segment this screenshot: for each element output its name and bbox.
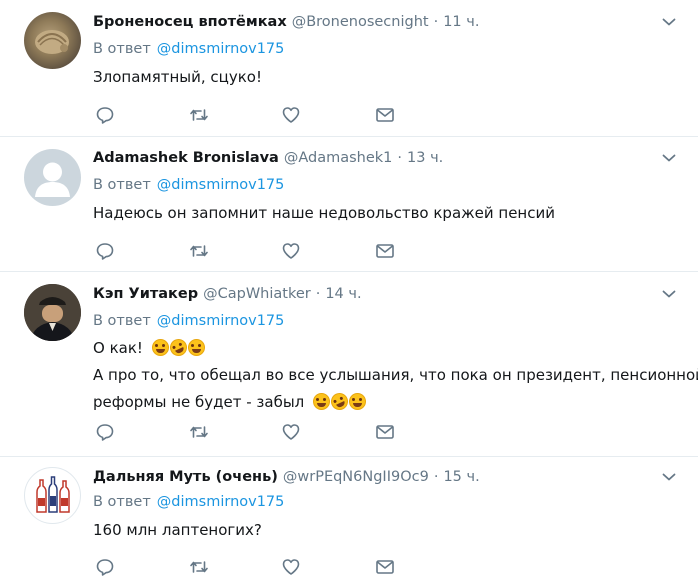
- like-button[interactable]: [281, 105, 301, 125]
- tears-of-joy-emoji: [349, 393, 367, 410]
- bottles-logo-image: [36, 476, 70, 513]
- tears-of-joy-emoji: [151, 339, 169, 356]
- display-name[interactable]: Дальняя Муть (очень): [93, 469, 278, 485]
- reply-button[interactable]: [95, 422, 115, 442]
- separator-dot: ·: [397, 150, 403, 166]
- direct-message-button[interactable]: [375, 557, 395, 577]
- reply-icon: [96, 424, 114, 441]
- reply-mention-link[interactable]: @dimsmirnov175: [157, 313, 285, 329]
- tears-of-joy-emoji: [187, 339, 205, 356]
- retweet-icon: [190, 426, 208, 438]
- reply-button[interactable]: [95, 105, 115, 125]
- tweet-text-line: 160 млн лаптеногих?: [93, 521, 262, 539]
- reply-mention-link[interactable]: @dimsmirnov175: [157, 41, 285, 57]
- separator-dot: ·: [433, 469, 439, 485]
- tears-of-joy-emoji: [313, 393, 331, 410]
- tweet-text: Надеюсь он запомнит наше недовольство кр…: [93, 200, 683, 227]
- tweet-text-span: реформы не будет - забыл: [93, 393, 305, 411]
- timestamp[interactable]: 11 ч.: [443, 14, 479, 30]
- username[interactable]: @Adamashek1: [284, 150, 393, 166]
- retweet-button[interactable]: [189, 557, 209, 577]
- direct-message-button[interactable]: [375, 105, 395, 125]
- retweet-icon: [190, 245, 208, 257]
- default-avatar-icon: [35, 162, 70, 197]
- avatar[interactable]: [24, 284, 81, 341]
- armadillo-image: [35, 30, 69, 54]
- direct-message-button[interactable]: [375, 241, 395, 261]
- retweet-button[interactable]: [189, 241, 209, 261]
- tweet-text-line: О как!: [93, 335, 683, 362]
- username[interactable]: @Bronenosecnight: [292, 14, 429, 30]
- like-icon: [282, 559, 300, 575]
- timestamp[interactable]: 15 ч.: [443, 469, 479, 485]
- separator-dot: ·: [433, 14, 439, 30]
- direct-message-icon: [376, 425, 394, 439]
- reply-icon: [96, 243, 114, 260]
- reply-button[interactable]: [95, 557, 115, 577]
- reply-context-label: В ответ: [93, 313, 151, 329]
- tweet-card[interactable]: Adamashek Bronislava @Adamashek1 · 13 ч.…: [0, 137, 698, 272]
- man-in-cap-image: [24, 284, 81, 341]
- reply-context-label: В ответ: [93, 177, 151, 193]
- like-icon: [282, 107, 300, 123]
- like-icon: [282, 243, 300, 259]
- timestamp[interactable]: 13 ч.: [407, 150, 443, 166]
- tweet-card[interactable]: Кэп Уитакер @CapWhiatker · 14 ч. В ответ…: [0, 272, 698, 457]
- chevron-down-icon[interactable]: [661, 150, 677, 166]
- emoji-group: [151, 336, 206, 359]
- direct-message-icon: [376, 560, 394, 574]
- retweet-icon: [190, 109, 208, 121]
- emoji-group: [313, 390, 367, 413]
- timestamp[interactable]: 14 ч.: [325, 286, 361, 302]
- avatar[interactable]: [24, 149, 81, 206]
- chevron-down-icon[interactable]: [661, 286, 677, 302]
- rofl-emoji: [166, 336, 190, 359]
- display-name[interactable]: Кэп Уитакер: [93, 286, 198, 302]
- reply-mention-link[interactable]: @dimsmirnov175: [157, 177, 285, 193]
- rofl-emoji: [328, 390, 351, 413]
- tweet-text-span: О как!: [93, 339, 143, 357]
- direct-message-icon: [376, 244, 394, 258]
- chevron-down-icon[interactable]: [661, 14, 677, 30]
- reply-context-label: В ответ: [93, 41, 151, 57]
- display-name[interactable]: Adamashek Bronislava: [93, 150, 279, 166]
- like-button[interactable]: [281, 241, 301, 261]
- reply-button[interactable]: [95, 241, 115, 261]
- tweet-card[interactable]: Дальняя Муть (очень) @wrPEqN6NgII9Oc9 · …: [0, 457, 698, 578]
- tweet-text: Злопамятный, сцуко!: [93, 64, 683, 91]
- tweet-text-line: реформы не будет - забыл: [93, 389, 683, 416]
- separator-dot: ·: [315, 286, 321, 302]
- username[interactable]: @wrPEqN6NgII9Oc9: [283, 469, 429, 485]
- chevron-down-icon[interactable]: [661, 469, 677, 485]
- avatar[interactable]: [24, 12, 81, 69]
- like-button[interactable]: [281, 422, 301, 442]
- retweet-button[interactable]: [189, 105, 209, 125]
- direct-message-icon: [376, 108, 394, 122]
- tweet-text-line: Злопамятный, сцуко!: [93, 68, 262, 86]
- retweet-icon: [190, 561, 208, 573]
- avatar[interactable]: [24, 467, 81, 524]
- retweet-button[interactable]: [189, 422, 209, 442]
- reply-context-label: В ответ: [93, 494, 151, 510]
- display-name[interactable]: Броненосец впотёмках: [93, 14, 287, 30]
- tweet-card[interactable]: Броненосец впотёмках @Bronenosecnight · …: [0, 0, 698, 137]
- username[interactable]: @CapWhiatker: [203, 286, 311, 302]
- reply-icon: [96, 107, 114, 124]
- tweet-text-line: Надеюсь он запомнит наше недовольство кр…: [93, 204, 555, 222]
- direct-message-button[interactable]: [375, 422, 395, 442]
- tweet-text: О как! А про то, что обещал во все услыш…: [93, 335, 698, 416]
- like-button[interactable]: [281, 557, 301, 577]
- like-icon: [282, 424, 300, 440]
- tweet-text-line: А про то, что обещал во все услышания, ч…: [93, 366, 698, 384]
- reply-icon: [96, 559, 114, 576]
- tweet-text: 160 млн лаптеногих?: [93, 517, 683, 544]
- reply-mention-link[interactable]: @dimsmirnov175: [157, 494, 285, 510]
